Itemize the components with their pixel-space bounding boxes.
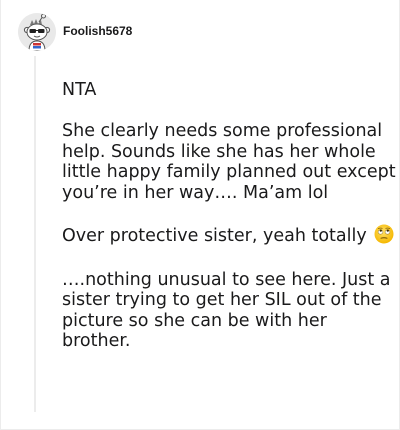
comment-card: Foolish5678 NTA She clearly needs some p… xyxy=(0,0,400,430)
comment-paragraph: NTA xyxy=(62,80,97,100)
comment-paragraph-text: Over protective sister, yeah totally xyxy=(62,225,367,246)
comment-paragraph: ….nothing unusual to see here. Just a si… xyxy=(62,269,391,352)
eye-roll-emoji-icon xyxy=(374,224,394,250)
snoo-avatar-icon xyxy=(18,13,56,51)
comment-paragraph: She clearly needs some professional help… xyxy=(62,121,396,203)
comment-body: NTA She clearly needs some professional … xyxy=(62,80,396,372)
username-link[interactable]: Foolish5678 xyxy=(63,24,132,38)
comment-paragraph-with-emoji: Over protective sister, yeah totally xyxy=(62,224,396,250)
user-avatar[interactable] xyxy=(18,13,56,51)
thread-collapse-line[interactable] xyxy=(34,56,36,412)
